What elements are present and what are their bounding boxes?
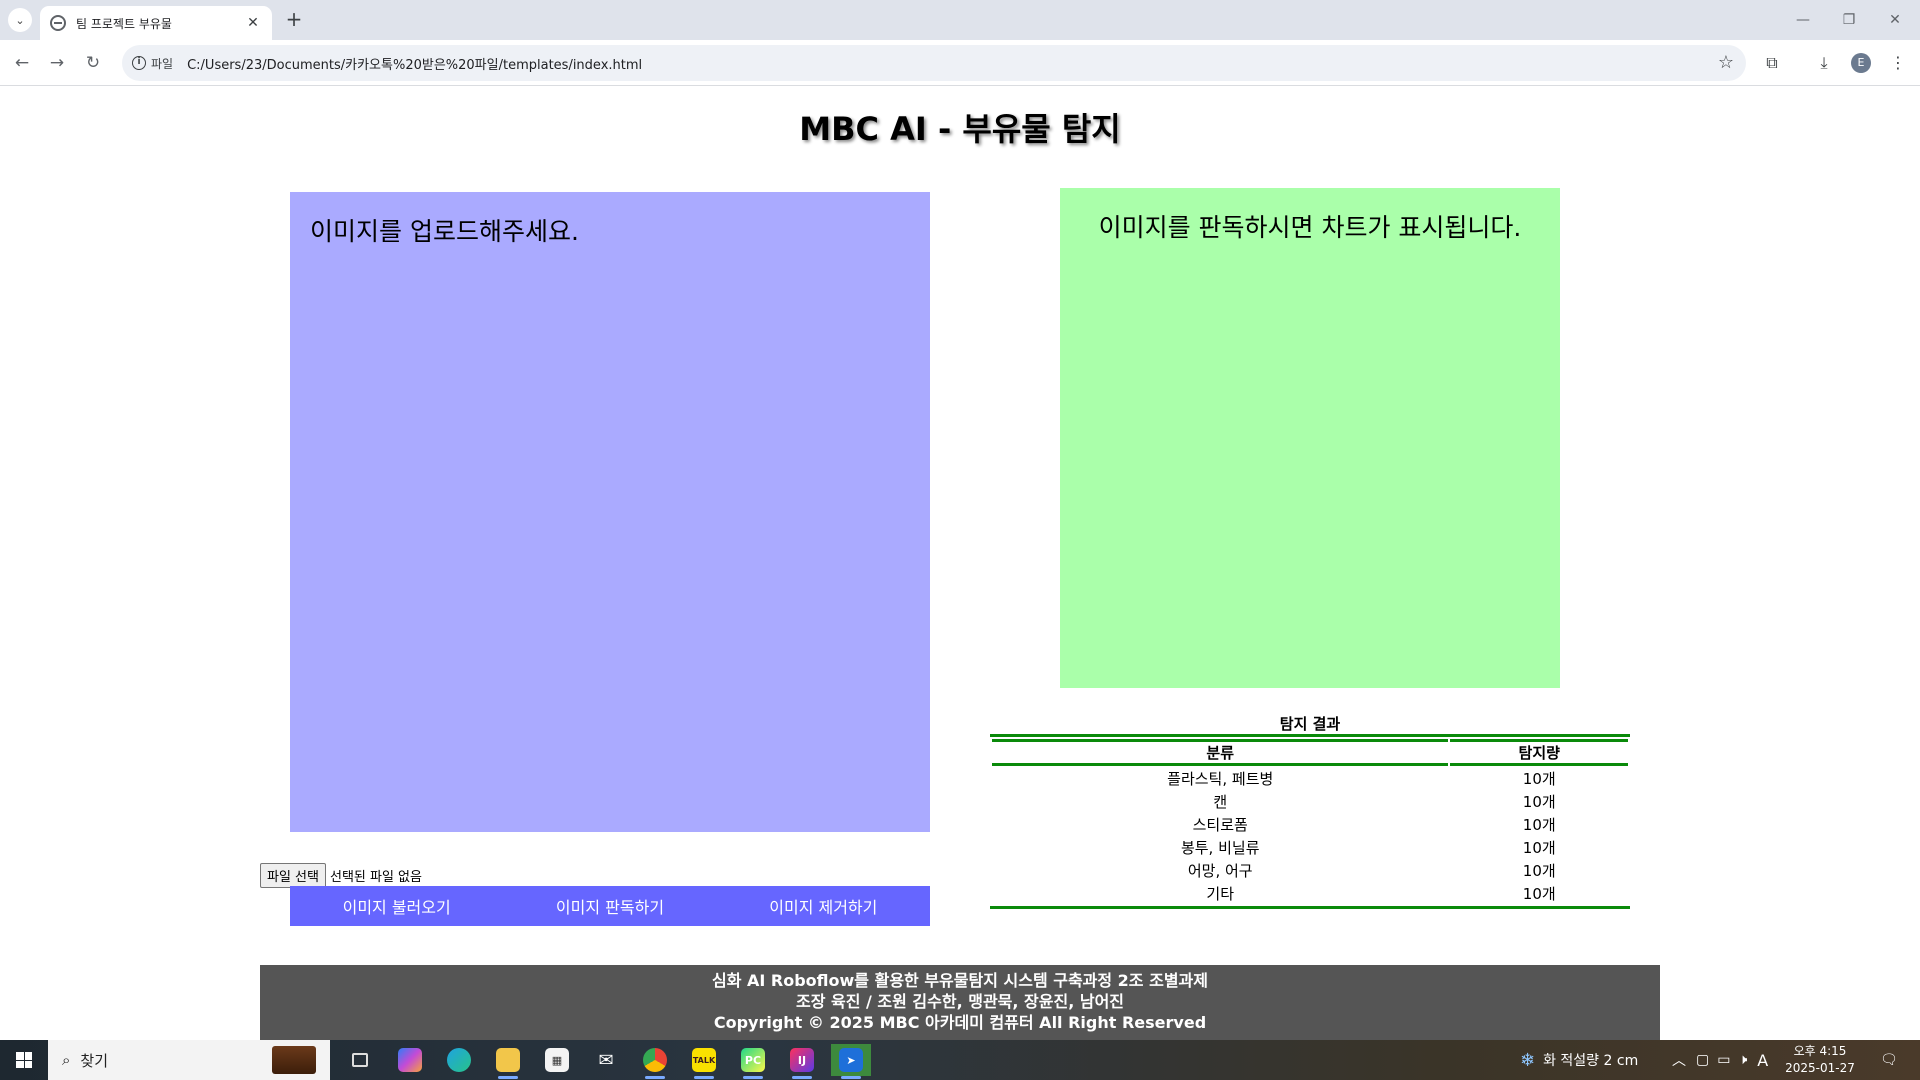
- browser-tab[interactable]: 팀 프로젝트 부유물 ✕: [40, 6, 272, 40]
- table-row: 캔 10개: [992, 791, 1628, 812]
- site-info-label: 파일: [151, 56, 174, 71]
- mail-icon[interactable]: ✉: [586, 1044, 626, 1076]
- url-text[interactable]: C:/Users/23/Documents/카카오톡%20받은%20파일/tem…: [187, 54, 642, 73]
- chart-placeholder: 이미지를 판독하시면 차트가 표시됩니다.: [1098, 213, 1522, 242]
- weather-widget[interactable]: ❄ 화 적설량 2 cm: [1520, 1040, 1638, 1080]
- new-tab-button[interactable]: +: [282, 8, 306, 32]
- ime-indicator[interactable]: A: [1757, 1051, 1768, 1070]
- category-cell: 봉투, 비닐류: [1180, 839, 1260, 857]
- download-icon[interactable]: ⤓: [1810, 49, 1838, 77]
- table-row: 플라스틱, 페트병 10개: [992, 768, 1628, 789]
- taskbar-search-placeholder: 찾기: [80, 1051, 109, 1070]
- notifications-icon[interactable]: 🗨: [1880, 1040, 1898, 1080]
- table-row: 봉투, 비닐류 10개: [992, 837, 1628, 858]
- count-cell: 10개: [1522, 885, 1556, 903]
- site-info-chip[interactable]: i 파일: [132, 55, 173, 72]
- piano-highlight-icon: [272, 1046, 316, 1074]
- page-footer: 심화 AI Roboflow를 활용한 부유물탐지 시스템 구축과정 2조 조별…: [260, 965, 1660, 1040]
- microsoft-store-icon[interactable]: ▦: [537, 1044, 577, 1076]
- chrome-icon[interactable]: [635, 1044, 675, 1079]
- count-cell: 10개: [1522, 770, 1556, 788]
- menu-kebab-icon[interactable]: ⋮: [1884, 49, 1912, 77]
- address-bar[interactable]: i 파일 C:/Users/23/Documents/카카오톡%20받은%20파…: [122, 45, 1746, 81]
- remove-image-button[interactable]: 이미지 제거하기: [717, 886, 930, 926]
- bookmark-star-icon[interactable]: ☆: [1718, 52, 1734, 73]
- pycharm-icon[interactable]: PC: [733, 1044, 773, 1079]
- tab-title: 팀 프로젝트 부유물: [76, 16, 172, 31]
- count-cell: 10개: [1522, 839, 1556, 857]
- task-view-button[interactable]: [340, 1044, 380, 1076]
- taskbar-search[interactable]: ⌕ 찾기: [48, 1040, 330, 1080]
- file-status: 선택된 파일 없음: [329, 870, 422, 885]
- windows-logo-icon: [16, 1052, 32, 1068]
- tab-search-button[interactable]: ⌄: [8, 8, 32, 32]
- extensions-icon[interactable]: ⧉: [1758, 49, 1786, 77]
- upload-placeholder: 이미지를 업로드해주세요.: [310, 217, 579, 246]
- footer-copyright: Copyright © 2025 MBC 아카데미 컴퓨터 All Right …: [713, 1013, 1207, 1032]
- browser-toolbar: ← → ↻ i 파일 C:/Users/23/Documents/카카오톡%20…: [0, 40, 1920, 86]
- load-image-button[interactable]: 이미지 불러오기: [290, 886, 503, 926]
- minimize-button[interactable]: —: [1780, 4, 1826, 36]
- choose-file-button[interactable]: 파일 선택: [260, 863, 326, 888]
- web-page: MBC AI - 부유물 탐지 이미지를 업로드해주세요. 이미지를 판독하시면…: [0, 86, 1920, 1040]
- chevron-up-icon[interactable]: ︿: [1672, 1050, 1686, 1070]
- table-row: 기타 10개: [992, 883, 1628, 904]
- intellij-icon[interactable]: IJ: [782, 1044, 822, 1079]
- result-caption: 탐지 결과: [1279, 715, 1341, 733]
- reload-button[interactable]: ↻: [79, 49, 107, 77]
- search-icon: ⌕: [62, 1051, 71, 1069]
- footer-members: 조장 육진 / 조원 김수한, 맹관묵, 장윤진, 남어진: [795, 992, 1125, 1011]
- globe-icon: [50, 15, 66, 31]
- info-icon: i: [132, 56, 146, 70]
- image-upload-area: 이미지를 업로드해주세요.: [290, 192, 930, 832]
- chart-area: 이미지를 판독하시면 차트가 표시됩니다.: [1060, 188, 1560, 688]
- weather-text: 화 적설량 2 cm: [1543, 1053, 1639, 1069]
- table-header-row: 분류 탐지량: [992, 739, 1628, 766]
- table-row: 어망, 어구 10개: [992, 860, 1628, 881]
- category-cell: 플라스틱, 페트병: [1167, 770, 1274, 788]
- browser-tabstrip: ⌄ 팀 프로젝트 부유물 ✕ + — ❐ ✕: [0, 0, 1920, 40]
- category-cell: 어망, 어구: [1187, 862, 1253, 880]
- restore-button[interactable]: ❐: [1826, 4, 1872, 36]
- back-button[interactable]: ←: [8, 49, 36, 77]
- snowflake-icon: ❄: [1520, 1049, 1536, 1071]
- count-cell: 10개: [1522, 793, 1556, 811]
- clock-time: 오후 4:15: [1793, 1044, 1847, 1058]
- count-cell: 10개: [1522, 816, 1556, 834]
- kakaotalk-icon[interactable]: TALK: [684, 1044, 724, 1079]
- category-cell: 스티로폼: [1192, 816, 1248, 834]
- detection-result-table: 탐지 결과 분류 탐지량 플라스틱, 페트병 10개 캔 10개 스티로폼 10개 봉…: [990, 711, 1630, 909]
- category-cell: 기타: [1206, 885, 1235, 903]
- window-close-button[interactable]: ✕: [1872, 4, 1918, 36]
- file-explorer-icon[interactable]: [488, 1044, 528, 1079]
- copilot-icon[interactable]: [390, 1044, 430, 1076]
- action-button-bar: 이미지 불러오기 이미지 판독하기 이미지 제거하기: [290, 886, 930, 926]
- clock[interactable]: 오후 4:15 2025-01-27: [1780, 1043, 1860, 1077]
- analyze-image-button[interactable]: 이미지 판독하기: [503, 886, 716, 926]
- table-row: 스티로폼 10개: [992, 814, 1628, 835]
- volume-muted-icon[interactable]: 🕨: [1738, 1052, 1747, 1068]
- close-icon[interactable]: ✕: [244, 15, 262, 31]
- forward-button[interactable]: →: [43, 49, 71, 77]
- column-header-count: 탐지량: [1450, 739, 1628, 766]
- windows-taskbar: ⌕ 찾기 ▦ ✉ TALK PC IJ ➤ ❄ 화 적설량 2 cm ︿ ▢ ▭…: [0, 1040, 1920, 1080]
- start-button[interactable]: [0, 1040, 48, 1080]
- count-cell: 10개: [1522, 862, 1556, 880]
- remote-app-icon[interactable]: ➤: [831, 1044, 871, 1079]
- footer-course: 심화 AI Roboflow를 활용한 부유물탐지 시스템 구축과정 2조 조별…: [712, 971, 1208, 990]
- file-input: 파일 선택 선택된 파일 없음: [260, 863, 422, 888]
- column-header-category: 분류: [992, 739, 1449, 766]
- system-tray: ︿ ▢ ▭ 🕨 A: [1672, 1040, 1768, 1080]
- page-title: MBC AI - 부유물 탐지: [799, 110, 1121, 148]
- edge-icon[interactable]: [439, 1044, 479, 1076]
- clock-date: 2025-01-27: [1785, 1061, 1855, 1075]
- meet-now-icon[interactable]: ▢: [1696, 1052, 1709, 1068]
- network-icon[interactable]: ▭: [1717, 1052, 1730, 1068]
- category-cell: 캔: [1213, 793, 1228, 811]
- profile-avatar[interactable]: E: [1851, 53, 1871, 73]
